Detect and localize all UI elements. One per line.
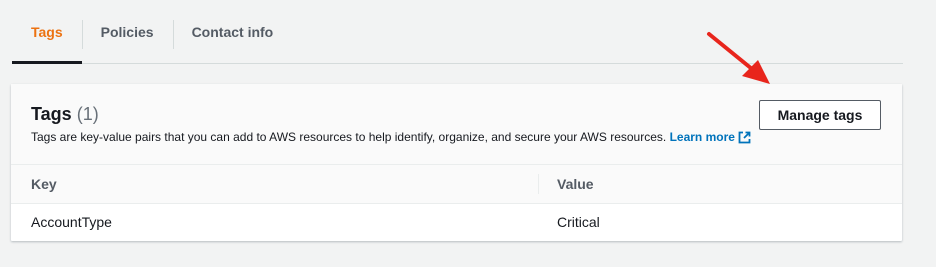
tab-tags[interactable]: Tags bbox=[12, 0, 82, 64]
red-arrow-annotation-icon bbox=[700, 26, 780, 101]
tab-contact-info-label: Contact info bbox=[191, 23, 274, 40]
cell-key: AccountType bbox=[31, 214, 112, 230]
panel-description: Tags are key-value pairs that you can ad… bbox=[31, 130, 751, 147]
description-text: Tags are key-value pairs that you can ad… bbox=[31, 130, 667, 144]
tag-count: (1) bbox=[76, 104, 99, 124]
tags-panel: Tags (1) Tags are key-value pairs that y… bbox=[11, 84, 902, 241]
external-link-icon bbox=[738, 131, 751, 147]
table-header-row: Key Value bbox=[11, 165, 902, 204]
learn-more-label: Learn more bbox=[669, 130, 735, 144]
panel-title-text: Tags bbox=[31, 104, 72, 124]
column-header-key[interactable]: Key bbox=[31, 165, 57, 203]
learn-more-link[interactable]: Learn more bbox=[670, 130, 751, 144]
cell-value: Critical bbox=[557, 214, 600, 230]
column-header-value[interactable]: Value bbox=[557, 165, 594, 203]
tab-policies[interactable]: Policies bbox=[81, 0, 173, 63]
manage-tags-button[interactable]: Manage tags bbox=[759, 100, 881, 130]
panel-title: Tags (1) bbox=[31, 104, 99, 125]
tab-contact-info[interactable]: Contact info bbox=[172, 0, 293, 63]
column-divider bbox=[538, 174, 539, 194]
table-row: AccountType Critical bbox=[11, 204, 902, 241]
tab-policies-label: Policies bbox=[100, 23, 154, 40]
tab-tags-label: Tags bbox=[31, 23, 63, 40]
